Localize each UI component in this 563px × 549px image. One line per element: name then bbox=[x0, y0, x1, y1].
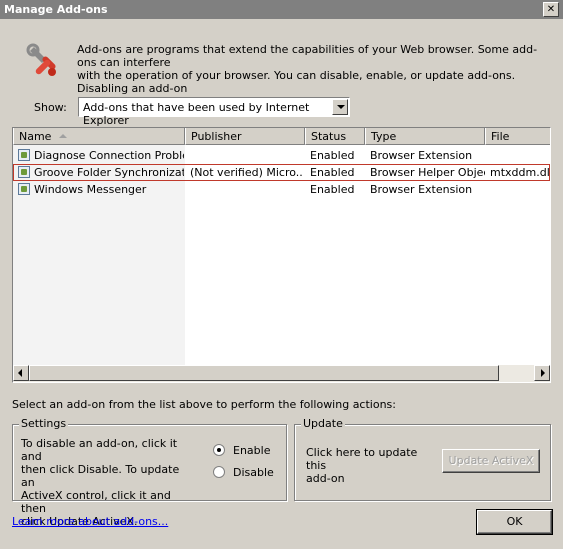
list-header: Name Publisher Status Type File bbox=[13, 128, 550, 145]
show-dropdown[interactable]: Add-ons that have been used by Internet … bbox=[78, 97, 350, 127]
disable-label[interactable]: Disable bbox=[233, 466, 274, 479]
sort-ascending-icon bbox=[59, 134, 68, 138]
row-file bbox=[490, 181, 550, 198]
addon-icon bbox=[18, 149, 30, 161]
update-activex-button[interactable]: Update ActiveX bbox=[442, 449, 540, 473]
dropdown-arrow-icon[interactable] bbox=[332, 99, 348, 115]
enable-label[interactable]: Enable bbox=[233, 444, 270, 457]
scrollbar-thumb[interactable] bbox=[29, 365, 499, 381]
enable-radio[interactable] bbox=[213, 444, 225, 456]
table-row[interactable]: Windows Messenger Enabled Browser Extens… bbox=[13, 181, 550, 198]
settings-legend: Settings bbox=[19, 417, 69, 430]
row-name: Groove Folder Synchronization bbox=[34, 166, 184, 179]
instruction-text: Select an add-on from the list above to … bbox=[12, 398, 396, 411]
column-header-name-label: Name bbox=[19, 130, 52, 143]
window-title: Manage Add-ons bbox=[4, 3, 108, 16]
column-header-name[interactable]: Name bbox=[13, 128, 185, 145]
column-header-type[interactable]: Type bbox=[365, 128, 485, 145]
column-header-publisher[interactable]: Publisher bbox=[185, 128, 305, 145]
update-group: Update Click here to update this add-on … bbox=[294, 417, 551, 501]
row-status: Enabled bbox=[310, 149, 355, 162]
learn-more-link[interactable]: Learn more about add-ons... bbox=[12, 515, 168, 528]
horizontal-scrollbar[interactable] bbox=[13, 365, 550, 382]
table-row[interactable]: Groove Folder Synchronization (Not verif… bbox=[13, 164, 550, 181]
column-header-file[interactable]: File bbox=[485, 128, 550, 145]
column-header-status[interactable]: Status bbox=[305, 128, 365, 145]
ok-button[interactable]: OK bbox=[476, 509, 553, 535]
scroll-left-icon[interactable] bbox=[13, 365, 29, 381]
update-text: Click here to update this add-on bbox=[306, 446, 418, 485]
row-file bbox=[490, 147, 550, 164]
row-status: Enabled bbox=[310, 183, 355, 196]
row-publisher: (Not verified) Micro... bbox=[190, 166, 302, 179]
addon-icon bbox=[18, 166, 30, 178]
settings-group: Settings To disable an add-on, click it … bbox=[12, 417, 287, 528]
disable-radio[interactable] bbox=[213, 466, 225, 478]
row-file: mtxddm.dll bbox=[490, 166, 550, 179]
update-legend: Update bbox=[301, 417, 345, 430]
title-bar: Manage Add-ons ✕ bbox=[0, 0, 563, 19]
row-name: Windows Messenger bbox=[34, 183, 147, 196]
row-publisher bbox=[190, 181, 302, 198]
scroll-right-icon[interactable] bbox=[534, 365, 550, 381]
row-name: Diagnose Connection Proble... bbox=[34, 149, 184, 162]
addons-list[interactable]: Name Publisher Status Type File Diagnose… bbox=[12, 127, 551, 383]
row-type: Browser Extension bbox=[370, 149, 473, 162]
row-type: Browser Extension bbox=[370, 183, 473, 196]
row-status: Enabled bbox=[310, 166, 355, 179]
row-type: Browser Helper Object bbox=[370, 166, 485, 179]
addons-icon bbox=[24, 43, 62, 81]
close-button[interactable]: ✕ bbox=[543, 2, 559, 17]
addon-icon bbox=[18, 183, 30, 195]
table-row[interactable]: Diagnose Connection Proble... Enabled Br… bbox=[13, 147, 550, 164]
show-label: Show: bbox=[34, 101, 67, 114]
row-publisher bbox=[190, 147, 302, 164]
show-dropdown-value: Add-ons that have been used by Internet … bbox=[83, 101, 310, 127]
